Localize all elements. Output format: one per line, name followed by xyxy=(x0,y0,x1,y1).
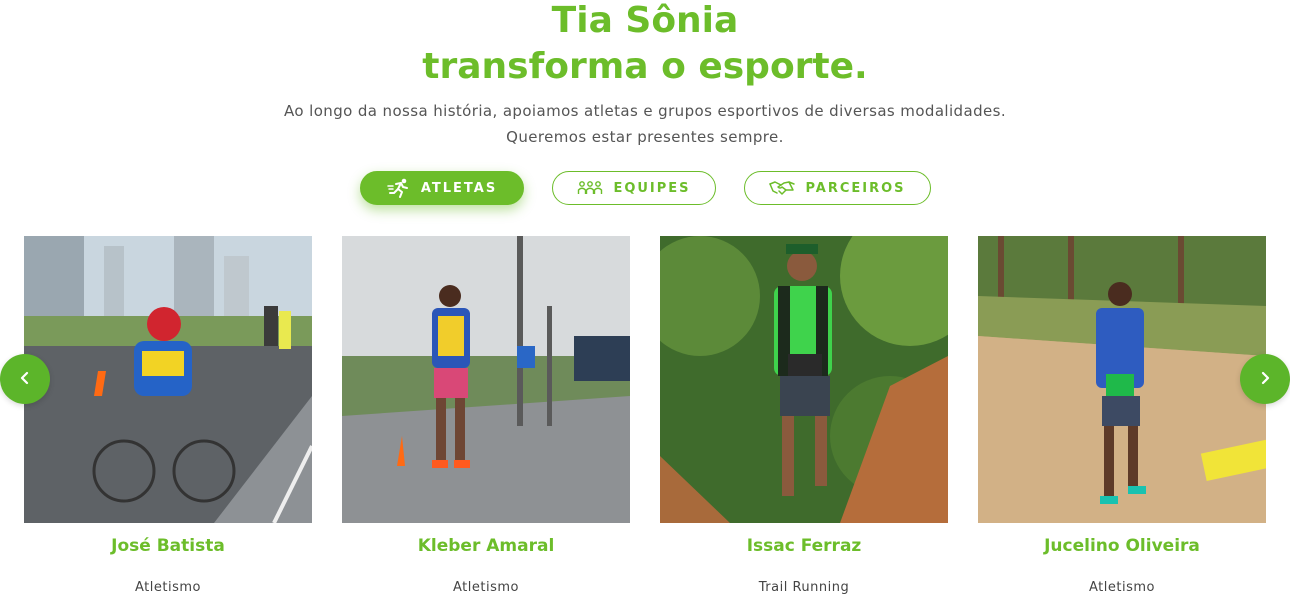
athlete-photo xyxy=(660,236,948,523)
chevron-left-icon xyxy=(19,370,31,389)
athlete-photo xyxy=(978,236,1266,523)
carousel-next-button[interactable] xyxy=(1240,354,1290,404)
athlete-sport: Atletismo xyxy=(1089,580,1155,595)
athlete-photo xyxy=(342,236,630,523)
athlete-name[interactable]: Issac Ferraz xyxy=(660,536,948,556)
athlete-sport: Trail Running xyxy=(758,580,850,595)
subtitle-line2: Queremos estar presentes sempre. xyxy=(506,128,784,146)
athlete-card[interactable]: José Batista Atletismo xyxy=(24,236,312,595)
athlete-sport: Atletismo xyxy=(135,580,201,595)
page-title: Tia Sônia xyxy=(551,0,739,41)
page-title-line2: transforma o esporte. xyxy=(422,46,868,87)
tab-equipes-label: EQUIPES xyxy=(613,180,691,196)
tab-equipes[interactable]: EQUIPES xyxy=(552,171,716,205)
chevron-right-icon xyxy=(1259,370,1271,389)
runner-icon xyxy=(387,178,411,198)
carousel-prev-button[interactable] xyxy=(0,354,50,404)
athlete-photo xyxy=(24,236,312,523)
tab-parceiros-label: PARCEIROS xyxy=(805,180,906,196)
subtitle-line1: Ao longo da nossa história, apoiamos atl… xyxy=(284,102,1006,120)
athlete-card[interactable]: Issac Ferraz Trail Running xyxy=(660,236,948,595)
athlete-sport: Atletismo xyxy=(453,580,519,595)
athlete-name[interactable]: Jucelino Oliveira xyxy=(978,536,1266,556)
athlete-card[interactable]: Jucelino Oliveira Atletismo xyxy=(978,236,1266,595)
tab-parceiros[interactable]: PARCEIROS xyxy=(744,171,931,205)
athlete-card[interactable]: Kleber Amaral Atletismo xyxy=(342,236,630,595)
athlete-name[interactable]: José Batista xyxy=(24,536,312,556)
handshake-icon xyxy=(769,179,796,197)
athlete-name[interactable]: Kleber Amaral xyxy=(342,536,630,556)
group-icon xyxy=(577,180,603,196)
tab-atletas[interactable]: ATLETAS xyxy=(360,171,524,205)
tab-atletas-label: ATLETAS xyxy=(420,180,498,196)
